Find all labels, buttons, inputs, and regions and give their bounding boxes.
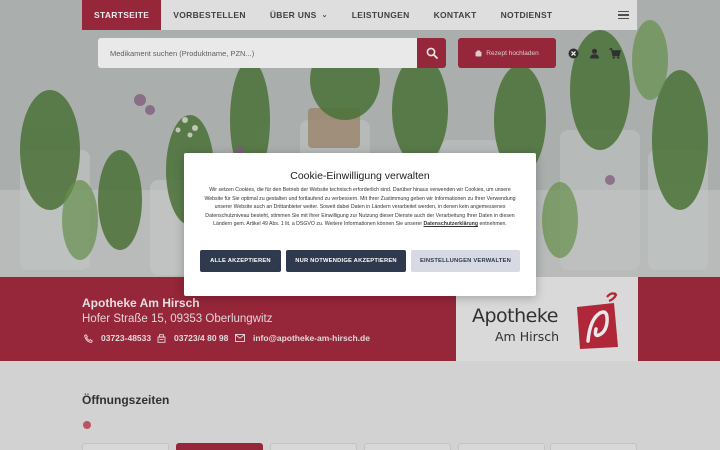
cookie-text-end: entnehmen. [479,221,507,227]
cookie-consent-dialog: Cookie-Einwilligung verwalten Wir setzen… [184,153,536,296]
cookie-dialog-title: Cookie-Einwilligung verwalten [290,170,430,182]
accept-necessary-button[interactable]: NUR NOTWENDIGE AKZEPTIEREN [286,250,406,272]
accept-all-button[interactable]: ALLE AKZEPTIEREN [200,250,281,272]
privacy-policy-link[interactable]: Datenschutzerklärung [424,221,478,227]
cookie-dialog-text: Wir setzen Cookies, die für den Betrieb … [200,186,520,229]
manage-settings-button[interactable]: EINSTELLUNGEN VERWALTEN [411,250,520,272]
